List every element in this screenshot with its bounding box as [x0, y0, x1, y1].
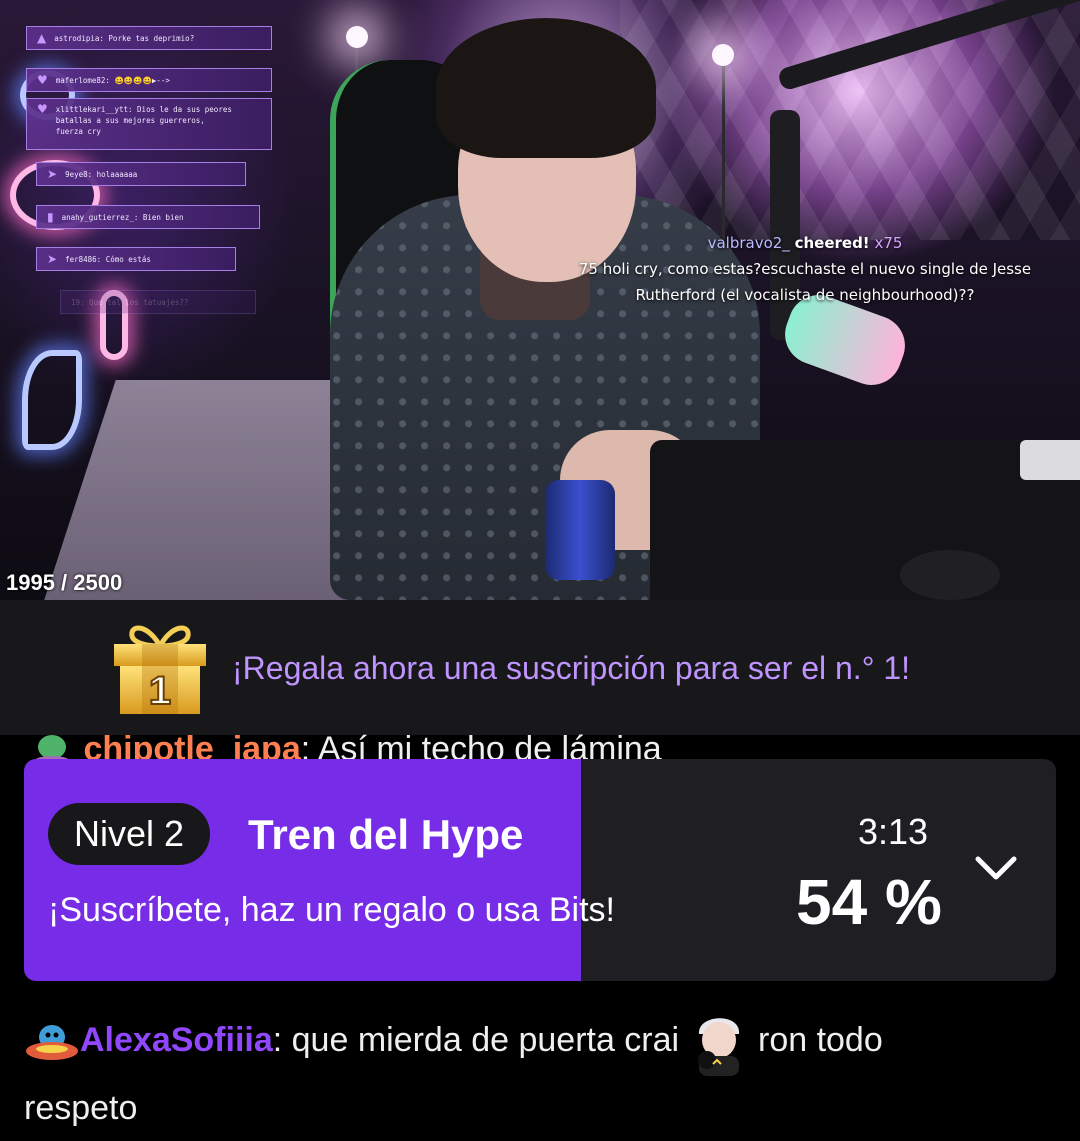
ufo-alien-emote-icon — [24, 1017, 80, 1067]
hype-train-progress-fill — [24, 759, 582, 981]
chat-text: ron todo — [748, 1021, 883, 1059]
overlay-chat-text: astrodipia: Porke tas deprimio? — [54, 33, 195, 43]
chat-separator: : — [300, 730, 311, 760]
lamp-light — [712, 44, 734, 66]
hype-train-level-badge: Nivel 2 — [48, 803, 211, 865]
chat-text: Así mi techo de lámina — [310, 730, 662, 760]
overlay-chat-text: anahy_gutierrez_: Bien bien — [61, 212, 184, 222]
computer-mouse — [900, 550, 1000, 600]
hype-train-timer: 3:13 — [858, 811, 929, 852]
chevron-down-icon[interactable] — [974, 855, 1018, 883]
overlay-chat-text: 19: Que tal los tatuajes?? — [71, 297, 189, 307]
lamp-light — [346, 26, 368, 48]
overlay-chat-item: 19: Que tal los tatuajes?? — [60, 290, 256, 314]
chat-text: que mierda de puerta crai — [282, 1021, 689, 1059]
avatar-emote-icon — [689, 1008, 749, 1077]
chat-username[interactable]: AlexaSofiiia — [80, 1021, 273, 1059]
hype-train-subtitle: ¡Suscríbete, haz un regalo o usa Bits! — [48, 891, 615, 929]
sub-goal-counter: 1995 / 2500 — [6, 570, 123, 595]
chat-separator: : — [272, 1021, 283, 1059]
cheer-amount: x75 — [874, 234, 903, 252]
cheer-alert: valbravo2_ cheered! x75 75 holi cry, com… — [560, 230, 1050, 308]
wall-panels — [620, 0, 1080, 240]
overlay-chat-text: xlittlekari__ytt: Dios le da sus peores … — [55, 105, 232, 136]
rocket-icon: ➤ — [47, 166, 58, 181]
hype-train-percent: 54 % — [796, 866, 942, 938]
gift-banner-text[interactable]: ¡Regala ahora una suscripción para ser e… — [232, 650, 910, 687]
rocket-icon: ➤ — [47, 251, 58, 266]
overlay-chat-text: fer8486: Cómo estás — [65, 254, 151, 264]
overlay-chat-item: ➤ 9eye8: holaaaaaa — [36, 162, 246, 186]
cheer-message: 75 holi cry, como estas?escuchaste el nu… — [578, 260, 1032, 304]
chat-username[interactable]: chipotle_japa — [83, 730, 300, 760]
keyboard — [1020, 440, 1080, 480]
desk — [650, 440, 1080, 600]
overlay-chat-item: ♥ xlittlekari__ytt: Dios le da sus peore… — [26, 98, 272, 150]
overlay-chat-item: ♥ maferlome82: 😀😀😀😀▶--> — [26, 68, 272, 92]
overlay-chat-text: maferlome82: 😀😀😀😀▶--> — [55, 75, 170, 85]
chat-message: AlexaSofiiia: que mierda de puerta crai … — [24, 1008, 1054, 1140]
stream-video[interactable]: ▲ astrodipia: Porke tas deprimio? ♥ mafe… — [0, 0, 1080, 600]
heart-icon: ♥ — [37, 72, 48, 87]
chat-text: respeto — [24, 1089, 138, 1128]
warning-icon: ▲ — [37, 30, 47, 45]
signal-icon: ▮ — [47, 209, 54, 224]
overlay-chat-item: ▲ astrodipia: Porke tas deprimio? — [26, 26, 272, 50]
hype-train-title: Tren del Hype — [248, 811, 524, 858]
cheer-user: valbravo2_ — [707, 234, 790, 252]
cheer-action: cheered! — [794, 234, 870, 252]
hype-train-card[interactable]: Nivel 2 Tren del Hype ¡Suscríbete, haz u… — [24, 759, 1056, 981]
neon-sign — [22, 350, 82, 450]
streamer-hair — [436, 18, 656, 158]
heart-icon: ♥ — [37, 102, 48, 116]
overlay-chat-item: ▮ anahy_gutierrez_: Bien bien — [36, 205, 260, 229]
alien-emote-icon — [30, 731, 74, 760]
overlay-chat-text: 9eye8: holaaaaaa — [65, 169, 138, 179]
gift-rank: 1 — [149, 669, 171, 713]
chat-message: chipotle_japa: Así mi techo de lámina — [30, 730, 662, 760]
gift-icon: 1 — [114, 625, 206, 714]
overlay-chat-item: ➤ fer8486: Cómo estás — [36, 247, 236, 271]
water-bottle — [545, 480, 615, 580]
